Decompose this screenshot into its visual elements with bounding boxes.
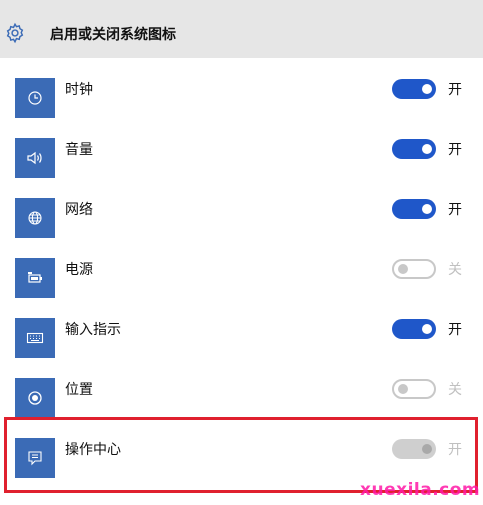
clock-toggle[interactable]: [392, 79, 436, 99]
power-toggle[interactable]: [392, 259, 436, 279]
watermark: xuexila.com: [360, 480, 481, 500]
volume-toggle[interactable]: [392, 139, 436, 159]
location-icon: [15, 378, 55, 418]
toggle-state-text: 关: [448, 382, 462, 398]
toggle-state-text: 关: [448, 262, 462, 278]
item-label: 音量: [65, 142, 93, 158]
list-item-volume: 音量 开: [0, 138, 483, 198]
list-item-network: 网络 开: [0, 198, 483, 258]
item-label: 网络: [65, 202, 93, 218]
item-label: 输入指示: [65, 322, 121, 338]
input-indicator-toggle[interactable]: [392, 319, 436, 339]
keyboard-icon: [15, 318, 55, 358]
network-toggle[interactable]: [392, 199, 436, 219]
network-globe-icon: [15, 198, 55, 238]
clock-icon: [15, 78, 55, 118]
item-label: 时钟: [65, 82, 93, 98]
location-toggle[interactable]: [392, 379, 436, 399]
list-item-clock: 时钟 开: [0, 78, 483, 138]
list-item-power: 电源 关: [0, 258, 483, 318]
toggle-state-text: 开: [448, 202, 462, 218]
gear-icon: [6, 22, 24, 44]
item-label: 位置: [65, 382, 93, 398]
toggle-state-text: 开: [448, 142, 462, 158]
page-title: 启用或关闭系统图标: [50, 27, 176, 43]
toggle-state-text: 开: [448, 322, 462, 338]
item-label: 电源: [65, 262, 93, 278]
volume-icon: [15, 138, 55, 178]
battery-power-icon: [15, 258, 55, 298]
list-item-input-indicator: 输入指示 开: [0, 318, 483, 378]
toggle-state-text: 开: [448, 82, 462, 98]
settings-header: 启用或关闭系统图标: [0, 0, 483, 58]
